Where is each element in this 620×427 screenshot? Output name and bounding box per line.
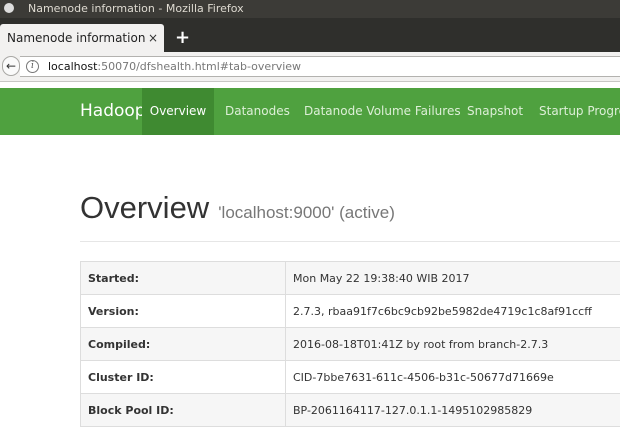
info-icon[interactable]: i (26, 60, 39, 73)
new-tab-button[interactable]: + (175, 24, 190, 52)
nav-tab-datanode-volume-failures[interactable]: Datanode Volume Failures (304, 88, 461, 135)
table-row: Cluster ID: CID-7bbe7631-611c-4506-b31c-… (80, 360, 620, 394)
table-row: Started: Mon May 22 19:38:40 WIB 2017 (80, 261, 620, 295)
nav-tab-datanodes[interactable]: Datanodes (225, 88, 290, 135)
table-row: Version: 2.7.3, rbaa91f7c6bc9cb92be5982d… (80, 294, 620, 328)
row-label: Compiled: (80, 327, 286, 361)
url-path: :50070/dfshealth.html#tab-overview (97, 60, 302, 73)
window-title: Namenode information - Mozilla Firefox (28, 2, 244, 15)
row-label: Version: (80, 294, 286, 328)
table-row: Block Pool ID: BP-2061164117-127.0.1.1-1… (80, 393, 620, 427)
row-value: Mon May 22 19:38:40 WIB 2017 (285, 261, 620, 295)
nav-tab-snapshot[interactable]: Snapshot (467, 88, 523, 135)
row-value: 2.7.3, rbaa91f7c6bc9cb92be5982de4719c1c8… (285, 294, 620, 328)
nav-tab-overview[interactable]: Overview (142, 88, 214, 135)
overview-heading: Overview (80, 190, 210, 225)
table-row: Compiled: 2016-08-18T01:41Z by root from… (80, 327, 620, 361)
row-label: Block Pool ID: (80, 393, 286, 427)
page-title: Overview 'localhost:9000' (active) (80, 190, 395, 226)
hadoop-brand-link[interactable]: Hadoop (80, 88, 146, 135)
row-value: BP-2061164117-127.0.1.1-1495102985829 (285, 393, 620, 427)
row-label: Started: (80, 261, 286, 295)
browser-tab-title: Namenode information (7, 31, 146, 45)
url-text[interactable]: localhost:50070/dfshealth.html#tab-overv… (48, 60, 301, 73)
nav-tab-startup-progress[interactable]: Startup Progress (539, 88, 620, 135)
window-titlebar: Namenode information - Mozilla Firefox (0, 0, 620, 18)
url-host: localhost (48, 60, 98, 73)
overview-subtitle: 'localhost:9000' (active) (218, 203, 395, 222)
row-label: Cluster ID: (80, 360, 286, 394)
divider (80, 241, 620, 242)
close-tab-icon[interactable]: × (148, 24, 158, 52)
back-button[interactable]: ← (2, 56, 20, 76)
browser-tab[interactable]: Namenode information × (0, 24, 164, 52)
row-value: CID-7bbe7631-611c-4506-b31c-50677d71669e (285, 360, 620, 394)
hadoop-navbar: Hadoop Overview Datanodes Datanode Volum… (0, 88, 620, 135)
url-bar[interactable]: i localhost:50070/dfshealth.html#tab-ove… (20, 56, 620, 77)
navigation-toolbar: ← i localhost:50070/dfshealth.html#tab-o… (0, 52, 620, 82)
row-value: 2016-08-18T01:41Z by root from branch-2.… (285, 327, 620, 361)
firefox-icon (4, 3, 14, 13)
overview-info-table: Started: Mon May 22 19:38:40 WIB 2017 Ve… (80, 261, 620, 427)
tab-strip: Namenode information × + (0, 18, 620, 52)
